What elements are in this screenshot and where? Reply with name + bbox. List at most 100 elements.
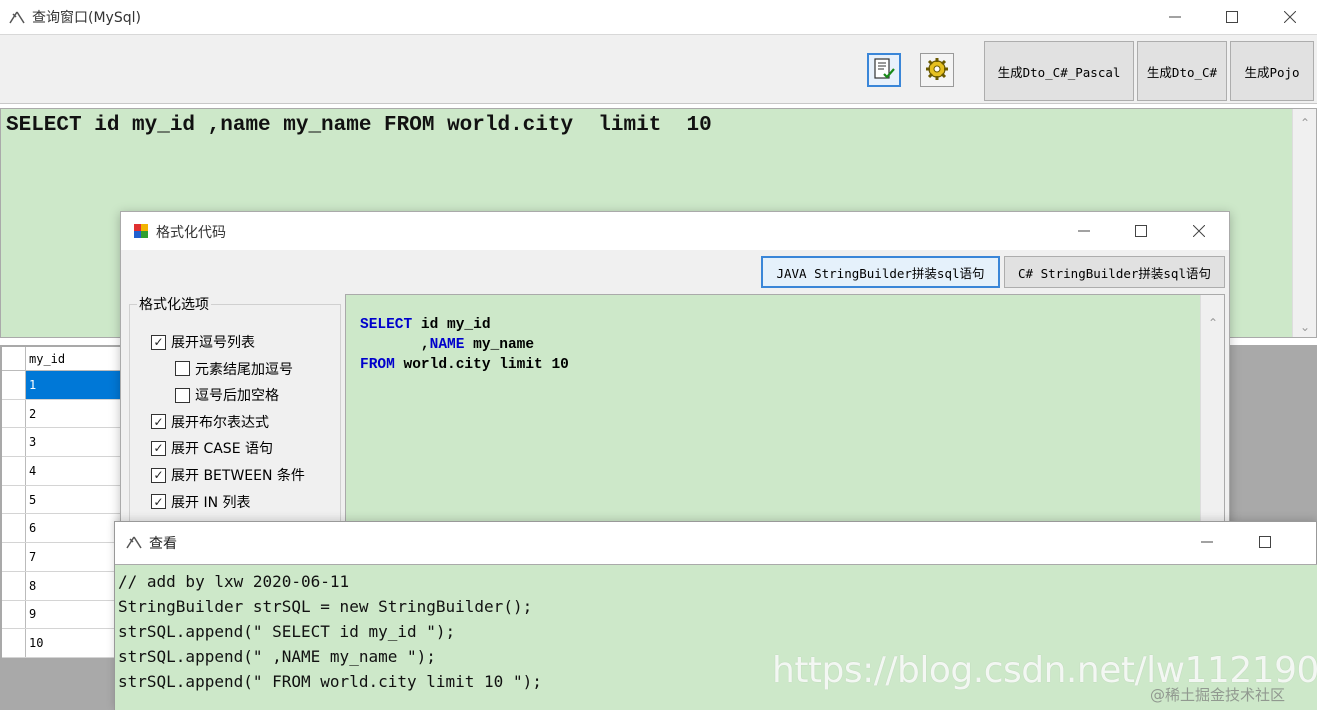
app-icon — [8, 8, 26, 26]
code-line: // add by lxw 2020-06-11 — [118, 572, 350, 591]
checkbox-checked-icon[interactable]: ✓ — [151, 467, 166, 483]
checkbox-checked-icon[interactable]: ✓ — [151, 494, 166, 510]
format-option-label: 展开逗号列表 — [171, 335, 255, 351]
table-cell[interactable]: 9 — [26, 601, 122, 629]
checkbox-checked-icon[interactable]: ✓ — [151, 334, 166, 350]
scroll-down-icon[interactable]: ⌄ — [1293, 317, 1317, 337]
format-dialog-title: 格式化代码 — [156, 225, 226, 241]
column-header-my-id[interactable]: my_id — [26, 347, 122, 370]
row-header[interactable] — [2, 399, 26, 428]
format-option-label: 展开 BETWEEN 条件 — [171, 468, 305, 484]
settings-button[interactable] — [920, 53, 954, 87]
code-text: , — [360, 337, 430, 353]
window-title: 查询窗口(MySql) — [32, 10, 141, 26]
table-row[interactable]: 5 — [2, 485, 122, 515]
main-title-bar: 查询窗口(MySql) — [0, 0, 1317, 34]
table-row[interactable]: 4 — [2, 457, 122, 486]
table-cell[interactable]: 8 — [26, 572, 122, 600]
minimize-button[interactable] — [1155, 0, 1195, 34]
format-option[interactable]: 元素结尾加逗号 — [175, 359, 293, 379]
checkbox-checked-icon[interactable]: ✓ — [151, 414, 166, 430]
row-header[interactable] — [2, 571, 26, 600]
table-header: my_id — [2, 347, 122, 371]
generate-pojo-button[interactable]: 生成Pojo — [1230, 41, 1314, 101]
checkbox-unchecked-icon[interactable] — [175, 361, 190, 377]
table-row[interactable]: 8 — [2, 571, 122, 601]
format-option[interactable]: ✓ 展开逗号列表 — [151, 332, 255, 352]
formatted-code: SELECT id my_id ,NAME my_name FROM world… — [360, 315, 569, 375]
view-dialog-title-bar: 查看 — [115, 522, 1316, 562]
format-dialog-maximize-button[interactable] — [1121, 212, 1161, 250]
format-option[interactable]: ✓ 展开 IN 列表 — [151, 492, 251, 512]
formatted-code-view[interactable]: SELECT id my_id ,NAME my_name FROM world… — [345, 294, 1225, 542]
generate-dto-pascal-button[interactable]: 生成Dto_C#_Pascal — [984, 41, 1134, 101]
format-dialog-minimize-button[interactable] — [1064, 212, 1104, 250]
table-row[interactable]: 3 — [2, 428, 122, 458]
code-keyword: SELECT — [360, 317, 413, 333]
row-header[interactable] — [2, 514, 26, 543]
generated-code: // add by lxw 2020-06-11 StringBuilder st… — [118, 569, 542, 694]
table-row[interactable]: 6 — [2, 514, 122, 544]
format-option[interactable]: 逗号后加空格 — [175, 385, 279, 405]
maximize-button[interactable] — [1212, 0, 1252, 34]
row-header[interactable] — [2, 629, 26, 657]
code-text: world.city limit 10 — [394, 357, 569, 373]
table-row[interactable]: 1 — [2, 371, 122, 400]
code-view-scrollbar[interactable]: ⌃ — [1200, 295, 1224, 541]
format-option-label: 展开 IN 列表 — [171, 494, 251, 511]
code-text: id my_id — [412, 317, 491, 333]
scroll-up-icon[interactable]: ⌃ — [1293, 113, 1317, 133]
generate-dto-button[interactable]: 生成Dto_C# — [1137, 41, 1227, 101]
table-cell[interactable]: 6 — [26, 514, 122, 542]
table-row[interactable]: 7 — [2, 543, 122, 572]
document-check-icon — [872, 57, 896, 84]
table-cell[interactable]: 3 — [26, 428, 122, 456]
gear-icon — [924, 56, 950, 85]
row-header[interactable] — [2, 428, 26, 457]
dialog-app-icon — [133, 223, 149, 239]
row-header[interactable] — [2, 600, 26, 629]
close-button[interactable] — [1270, 0, 1310, 34]
table-row[interactable]: 9 — [2, 600, 122, 630]
format-dialog-title-bar: 格式化代码 — [121, 212, 1229, 250]
row-header[interactable] — [2, 457, 26, 485]
table-cell[interactable]: 10 — [26, 629, 122, 657]
row-header[interactable] — [2, 371, 26, 399]
checkbox-checked-icon[interactable]: ✓ — [151, 440, 166, 456]
table-row[interactable]: 10 — [2, 629, 122, 658]
scroll-up-icon[interactable]: ⌃ — [1201, 313, 1225, 333]
table-cell[interactable]: 4 — [26, 457, 122, 485]
format-code-button[interactable] — [867, 53, 901, 87]
format-dialog-close-button[interactable] — [1179, 212, 1219, 250]
format-options-title: 格式化选项 — [137, 294, 211, 314]
table-cell[interactable]: 5 — [26, 486, 122, 514]
toolbar: 生成Dto_C#_Pascal 生成Dto_C# 生成Pojo — [0, 34, 1317, 104]
csharp-stringbuilder-button[interactable]: C# StringBuilder拼装sql语句 — [1004, 256, 1225, 288]
sql-text: SELECT id my_id ,name my_name FROM world… — [6, 114, 712, 137]
table-row[interactable]: 2 — [2, 399, 122, 429]
sql-editor-scrollbar[interactable]: ⌃ ⌄ — [1292, 109, 1316, 337]
format-option[interactable]: ✓ 展开 BETWEEN 条件 — [151, 465, 305, 485]
table-cell[interactable]: 2 — [26, 400, 122, 428]
java-stringbuilder-button[interactable]: JAVA StringBuilder拼装sql语句 — [761, 256, 1000, 288]
table-cell[interactable]: 7 — [26, 543, 122, 571]
format-option[interactable]: ✓ 展开布尔表达式 — [151, 412, 269, 432]
code-keyword: FROM — [360, 357, 395, 373]
table-cell[interactable]: 1 — [26, 371, 122, 399]
format-option-label: 展开 CASE 语句 — [171, 441, 273, 458]
code-line: StringBuilder strSQL = new StringBuilder… — [118, 597, 533, 616]
row-header[interactable] — [2, 485, 26, 514]
checkbox-unchecked-icon[interactable] — [175, 387, 190, 403]
view-dialog-maximize-button[interactable] — [1245, 522, 1285, 562]
view-dialog-minimize-button[interactable] — [1187, 522, 1227, 562]
row-header[interactable] — [2, 543, 26, 571]
format-option[interactable]: ✓ 展开 CASE 语句 — [151, 438, 273, 458]
format-code-dialog: 格式化代码 JAVA StringBuilder拼装sql语句 C# Strin… — [120, 211, 1230, 544]
format-options-group: 格式化选项 ✓ 展开逗号列表元素结尾加逗号 逗号后加空格 ✓ 展开布尔表达式 ✓ 展开 CA… — [127, 294, 345, 544]
view-dialog-app-icon — [125, 533, 143, 551]
code-line: strSQL.append(" FROM world.city limit 10… — [118, 672, 542, 691]
format-option-label: 展开布尔表达式 — [171, 414, 269, 431]
code-line: strSQL.append(" SELECT id my_id "); — [118, 622, 456, 641]
format-option-label: 逗号后加空格 — [195, 388, 279, 405]
view-dialog-title: 查看 — [149, 536, 177, 552]
